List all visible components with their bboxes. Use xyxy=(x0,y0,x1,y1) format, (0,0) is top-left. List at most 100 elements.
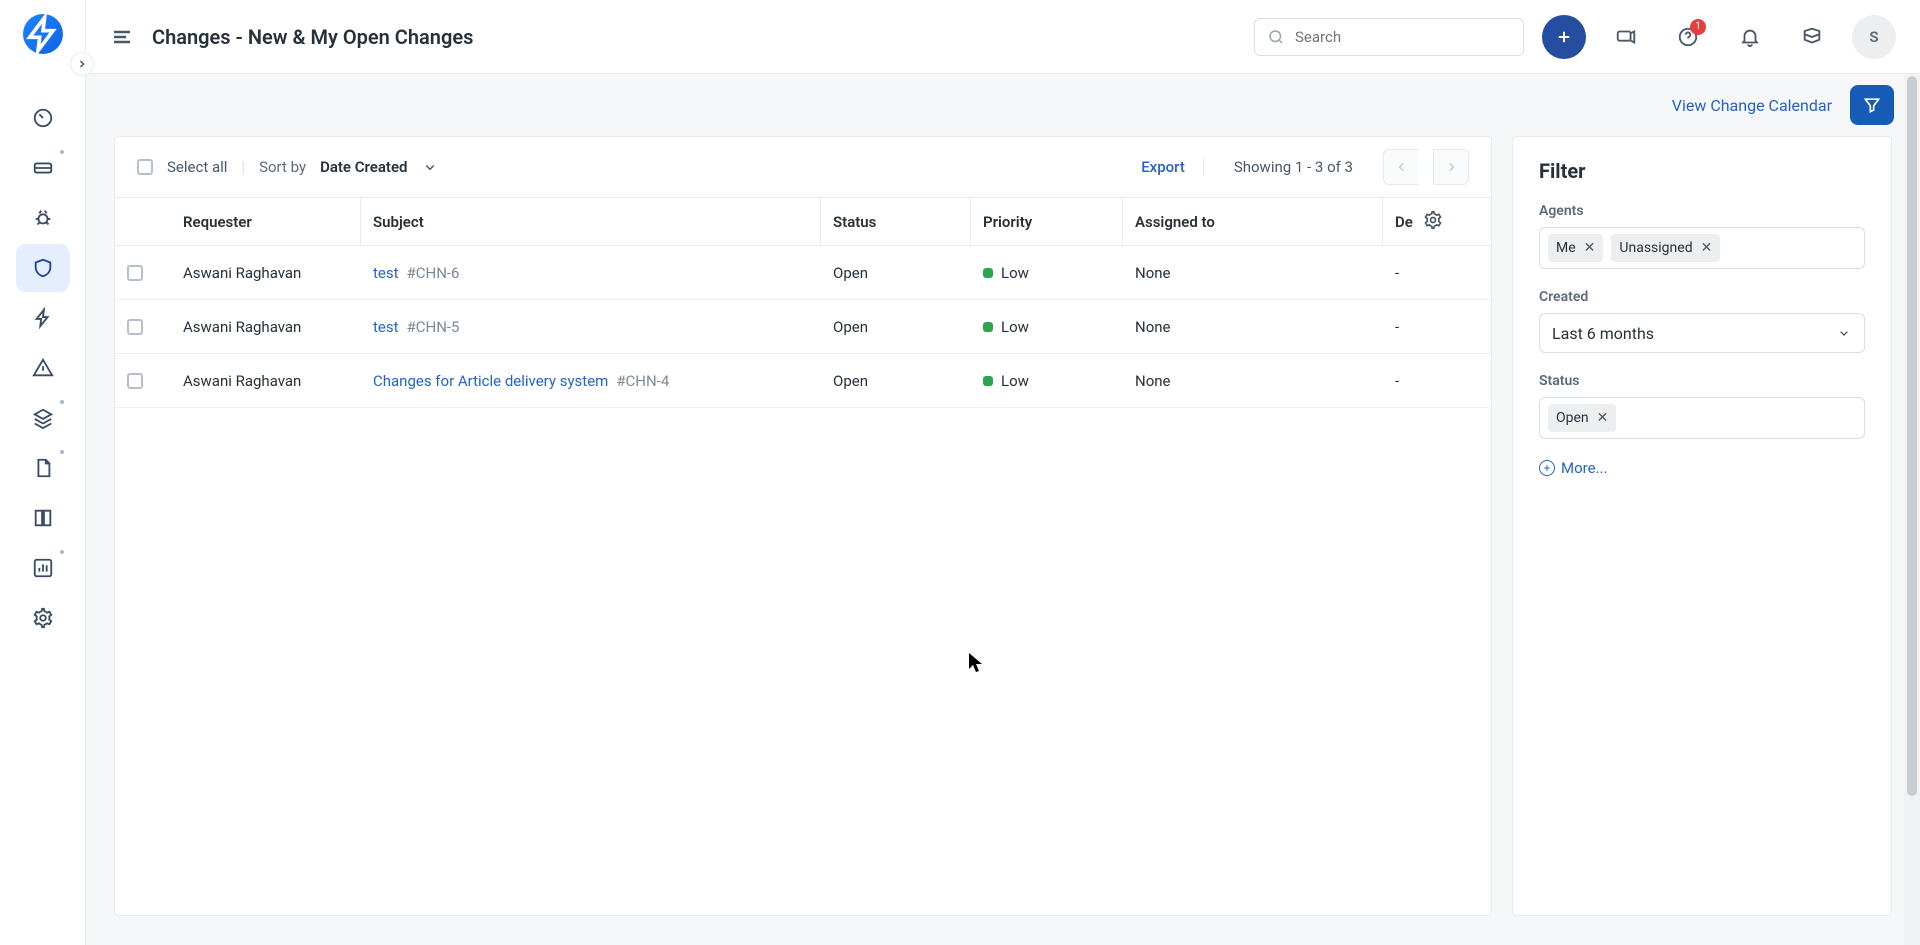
filter-agents-field[interactable]: Me ✕ Unassigned ✕ xyxy=(1539,227,1865,269)
cell-last: - xyxy=(1383,318,1445,336)
announcements-button[interactable] xyxy=(1604,15,1648,59)
global-search[interactable] xyxy=(1254,18,1524,56)
mouse-cursor-icon xyxy=(968,652,984,674)
table-row[interactable]: Aswani Raghavan test #CHN-5 Open Low Non… xyxy=(115,300,1491,354)
chip-remove-button[interactable]: ✕ xyxy=(1597,410,1609,426)
chip-remove-button[interactable]: ✕ xyxy=(1701,240,1713,256)
col-assigned-to[interactable]: Assigned to xyxy=(1123,198,1383,245)
filter-title: Filter xyxy=(1539,159,1865,183)
new-button[interactable] xyxy=(1542,15,1586,59)
ticket-icon xyxy=(32,157,54,179)
notifications-button[interactable] xyxy=(1728,15,1772,59)
cell-requester: Aswani Raghavan xyxy=(171,318,361,336)
shield-icon xyxy=(32,257,54,279)
table-panel: Select all | Sort by Date Created Export… xyxy=(114,136,1492,916)
col-status[interactable]: Status xyxy=(821,198,971,245)
nav-problems[interactable] xyxy=(16,194,70,242)
expand-nav-toggle[interactable] xyxy=(70,52,94,76)
col-subject[interactable]: Subject xyxy=(361,198,821,245)
nav-alerts[interactable] xyxy=(16,344,70,392)
chevron-down-icon xyxy=(1836,325,1852,341)
cell-priority: Low xyxy=(1001,372,1029,390)
apps-icon xyxy=(1801,26,1823,48)
cell-subject-link[interactable]: test xyxy=(373,264,399,282)
chevron-left-icon xyxy=(1395,160,1409,174)
profile-avatar[interactable]: S xyxy=(1852,15,1896,59)
scrollbar-thumb[interactable] xyxy=(1907,76,1917,796)
nav-assets[interactable] xyxy=(16,394,70,442)
nav-releases[interactable] xyxy=(16,294,70,342)
bar-chart-icon xyxy=(32,557,54,579)
nav-knowledge[interactable] xyxy=(16,494,70,542)
filter-created-label: Created xyxy=(1539,289,1865,305)
sort-by-label: Sort by xyxy=(259,158,306,176)
filter-status-label: Status xyxy=(1539,373,1865,389)
filter-created-select[interactable]: Last 6 months xyxy=(1539,313,1865,353)
cell-subject-link[interactable]: Changes for Article delivery system xyxy=(373,372,608,390)
chevron-right-icon xyxy=(76,58,88,70)
view-calendar-link[interactable]: View Change Calendar xyxy=(1672,96,1832,115)
row-checkbox[interactable] xyxy=(127,373,143,389)
notification-badge: 1 xyxy=(1690,19,1706,35)
table-header-row: Requester Subject Status Priority Assign… xyxy=(115,198,1491,246)
nav-settings[interactable] xyxy=(16,594,70,642)
brand-logo[interactable] xyxy=(23,14,63,54)
pagination-info: Showing 1 - 3 of 3 xyxy=(1218,158,1369,176)
prev-page-button[interactable] xyxy=(1383,149,1419,185)
filter-icon xyxy=(1862,95,1882,115)
priority-dot-icon xyxy=(983,376,993,386)
export-button[interactable]: Export xyxy=(1141,158,1204,176)
cell-assigned-to: None xyxy=(1123,372,1383,390)
help-button[interactable]: 1 xyxy=(1666,15,1710,59)
filter-status-field[interactable]: Open ✕ xyxy=(1539,397,1865,439)
book-icon xyxy=(32,507,54,529)
col-requester[interactable]: Requester xyxy=(171,198,361,245)
nav-changes[interactable] xyxy=(16,244,70,292)
row-checkbox[interactable] xyxy=(127,265,143,281)
search-icon xyxy=(1267,28,1285,46)
cell-priority: Low xyxy=(1001,264,1029,282)
cell-status: Open xyxy=(821,264,971,282)
row-checkbox[interactable] xyxy=(127,319,143,335)
cell-subject-id: #CHN-6 xyxy=(407,264,460,282)
alert-icon xyxy=(32,357,54,379)
changes-table: Requester Subject Status Priority Assign… xyxy=(115,197,1491,408)
cell-status: Open xyxy=(821,318,971,336)
chevron-right-icon xyxy=(1444,160,1458,174)
cell-assigned-to: None xyxy=(1123,318,1383,336)
select-all-checkbox[interactable] xyxy=(137,159,153,175)
filter-more-button[interactable]: + More... xyxy=(1539,459,1865,477)
col-last[interactable]: De xyxy=(1383,198,1445,245)
table-row[interactable]: Aswani Raghavan test #CHN-6 Open Low Non… xyxy=(115,246,1491,300)
apps-button[interactable] xyxy=(1790,15,1834,59)
sub-header: View Change Calendar xyxy=(86,74,1920,136)
cell-subject-link[interactable]: test xyxy=(373,318,399,336)
filter-chip-agent: Me ✕ xyxy=(1548,234,1603,262)
table-row[interactable]: Aswani Raghavan Changes for Article deli… xyxy=(115,354,1491,408)
sort-by-value[interactable]: Date Created xyxy=(320,158,407,176)
chevron-down-icon[interactable] xyxy=(421,158,439,176)
next-page-button[interactable] xyxy=(1433,149,1469,185)
chip-remove-button[interactable]: ✕ xyxy=(1584,240,1596,256)
filter-chip-status: Open ✕ xyxy=(1548,404,1616,432)
priority-dot-icon xyxy=(983,322,993,332)
search-input[interactable] xyxy=(1295,28,1511,46)
col-priority[interactable]: Priority xyxy=(971,198,1123,245)
bell-icon xyxy=(1739,26,1761,48)
nav-contracts[interactable] xyxy=(16,444,70,492)
menu-icon xyxy=(110,25,134,49)
page-title: Changes - New & My Open Changes xyxy=(152,25,473,49)
cell-last: - xyxy=(1383,264,1445,282)
column-settings-button[interactable] xyxy=(1417,210,1443,234)
table-toolbar: Select all | Sort by Date Created Export… xyxy=(115,137,1491,197)
avatar-initial: S xyxy=(1869,28,1878,46)
sidebar-toggle-button[interactable] xyxy=(110,25,134,49)
filter-toggle-button[interactable] xyxy=(1850,85,1894,125)
nav-list xyxy=(0,94,85,642)
window-scrollbar[interactable] xyxy=(1904,74,1920,945)
nav-dashboard[interactable] xyxy=(16,94,70,142)
nav-reports[interactable] xyxy=(16,544,70,592)
bolt-icon xyxy=(32,307,54,329)
document-icon xyxy=(32,457,54,479)
nav-tickets[interactable] xyxy=(16,144,70,192)
